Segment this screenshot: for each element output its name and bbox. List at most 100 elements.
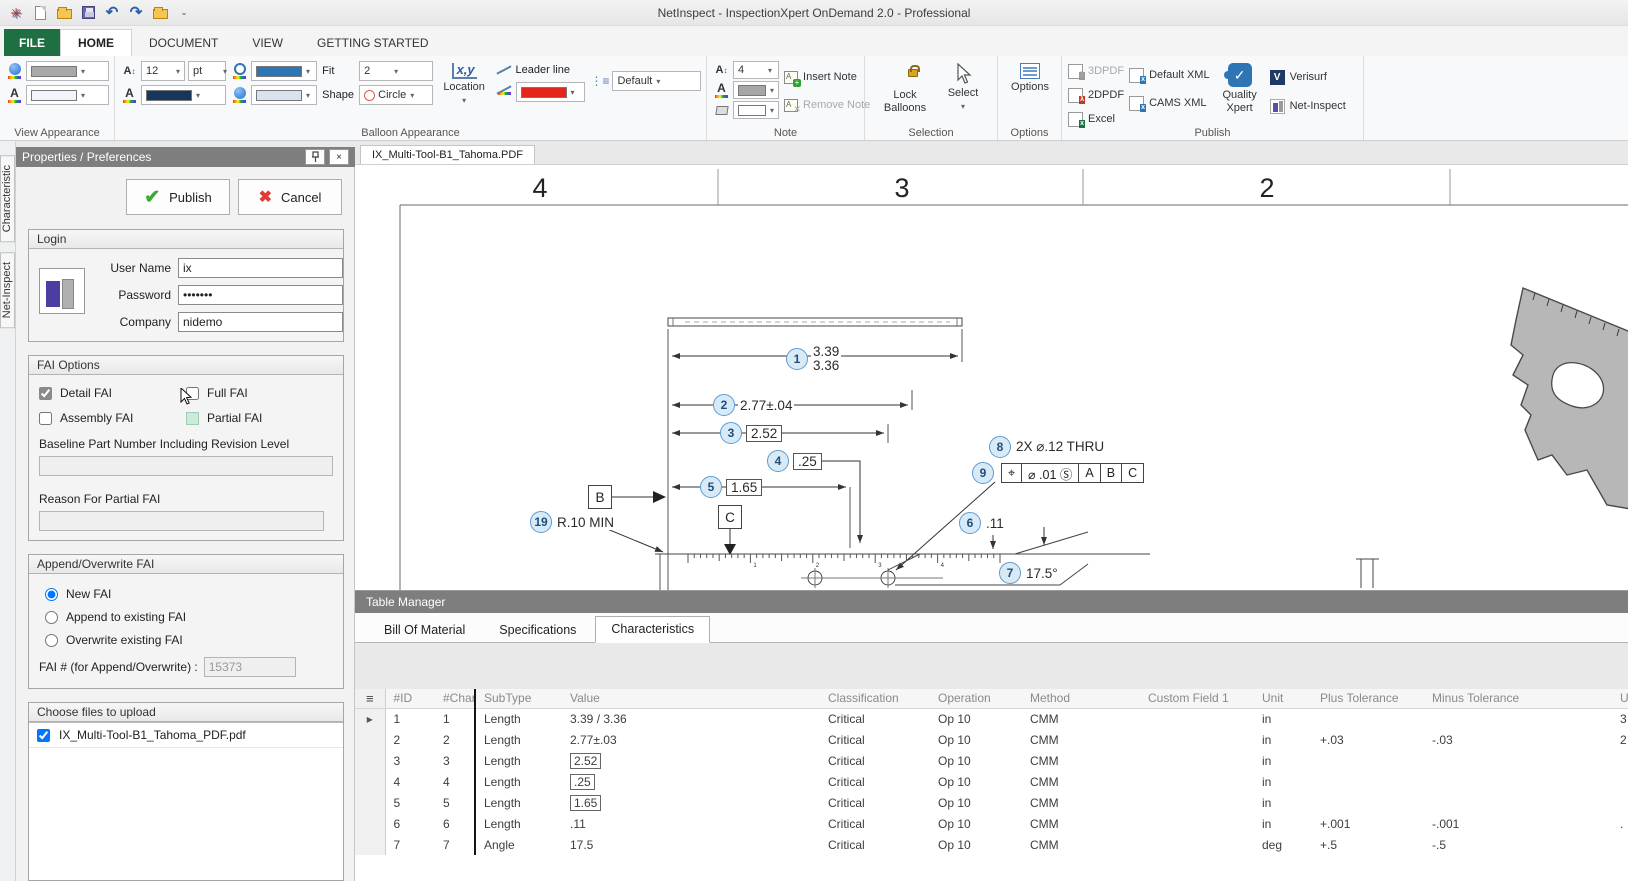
cell-operation[interactable]: Op 10 [930,750,1022,771]
partial-fai-checkbox-row[interactable]: Partial FAI [186,411,333,425]
cell-minus_tolerance[interactable] [1424,792,1612,813]
cell-classification[interactable]: Critical [820,792,930,813]
view-text-color-dropdown[interactable] [26,85,109,105]
balloon-number[interactable]: 4 [767,450,789,472]
cell-subtype[interactable]: Length [474,729,562,750]
full-fai-checkbox-row[interactable]: Full FAI [180,386,333,405]
balloon-9[interactable]: 9 ⌖ ⌀ .01 Ⓢ A B C [972,462,1145,484]
publish-verisurf-button[interactable]: V Verisurf [1269,67,1346,87]
cell-id[interactable]: 3 [385,750,435,771]
column-header[interactable]: Minus Tolerance [1424,689,1612,709]
cell-id[interactable]: 2 [385,729,435,750]
cell-unit[interactable]: in [1254,771,1312,792]
cell-u[interactable] [1612,771,1628,792]
cell-unit[interactable]: in [1254,729,1312,750]
cell-unit[interactable]: in [1254,750,1312,771]
cell-operation[interactable]: Op 10 [930,813,1022,834]
cell-subtype[interactable]: Length [474,813,562,834]
append-fai-radio-row[interactable]: Append to existing FAI [45,610,333,624]
cell-operation[interactable]: Op 10 [930,771,1022,792]
column-header[interactable]: Operation [930,689,1022,709]
cell-operation[interactable]: Op 10 [930,708,1022,729]
drawing-viewport[interactable]: 1234 4 3 2 B C 1 3.39 3.36 2 2.77±.04 3 … [355,165,1628,590]
cell-unit[interactable]: deg [1254,834,1312,855]
tab-getting-started[interactable]: GETTING STARTED [300,29,446,56]
cell-unit[interactable]: in [1254,708,1312,729]
company-field[interactable] [178,312,343,332]
table-row[interactable]: 5 5 Length 1.65 Critical Op 10 CMM in [355,792,1628,813]
note-font-size-dropdown[interactable]: 4 [733,61,780,79]
balloon-1[interactable]: 1 3.39 3.36 [786,344,842,374]
cell-value[interactable]: 1.65 [562,792,820,813]
balloon-8[interactable]: 8 2X ⌀.12 THRU [989,436,1107,458]
column-header[interactable]: Plus Tolerance [1312,689,1424,709]
balloon-2[interactable]: 2 2.77±.04 [713,394,795,416]
cell-value[interactable]: 2.77±.03 [562,729,820,750]
column-header[interactable]: U [1612,689,1628,709]
side-tab-characteristic[interactable]: Characteristic [0,155,15,243]
quality-xpert-button[interactable]: ✓ Quality Xpert [1215,61,1265,116]
row-selector[interactable] [355,729,386,750]
baseline-part-number-field[interactable] [39,456,333,476]
undo-button[interactable]: ↶ [104,5,120,21]
cell-id[interactable]: 7 [385,834,435,855]
cell-unit[interactable]: in [1254,792,1312,813]
cell-method[interactable]: CMM [1022,708,1140,729]
publish-excel-button[interactable]: x Excel [1068,109,1124,129]
cell-method[interactable]: CMM [1022,771,1140,792]
cell-char[interactable]: 5 [435,792,475,813]
cell-classification[interactable]: Critical [820,729,930,750]
cell-classification[interactable]: Critical [820,834,930,855]
row-selector[interactable]: ▸ [355,708,386,729]
balloon-4[interactable]: 4.25 [767,450,822,472]
balloon-number[interactable]: 7 [999,562,1021,584]
cell-plus_tolerance[interactable]: +.03 [1312,729,1424,750]
upload-file-checkbox[interactable] [37,728,50,742]
cancel-button[interactable]: ✖ Cancel [238,179,342,215]
column-header[interactable]: #Char [435,689,475,709]
password-field[interactable] [178,285,343,305]
style-dropdown[interactable]: Default [612,71,701,91]
cell-plus_tolerance[interactable] [1312,771,1424,792]
tab-bill-of-material[interactable]: Bill Of Material [369,618,480,643]
font-unit-dropdown[interactable]: pt [188,61,226,81]
username-field[interactable] [178,258,343,278]
leader-color-dropdown[interactable] [515,82,586,102]
balloon-number[interactable]: 5 [700,476,722,498]
cell-custom_field_1[interactable] [1140,708,1254,729]
side-tab-net-inspect[interactable]: Net-Inspect [0,252,15,329]
cell-custom_field_1[interactable] [1140,771,1254,792]
open-button[interactable] [56,5,72,21]
cell-minus_tolerance[interactable]: -.5 [1424,834,1612,855]
new-fai-radio[interactable] [45,587,58,601]
cell-minus_tolerance[interactable] [1424,708,1612,729]
document-tab[interactable]: IX_Multi-Tool-B1_Tahoma.PDF [360,145,536,164]
pin-icon[interactable] [305,149,325,165]
tab-specifications[interactable]: Specifications [484,618,591,643]
select-button[interactable]: Select ▾ [939,61,987,113]
balloon-19[interactable]: 19 R.10 MIN [530,511,617,533]
row-selector[interactable] [355,750,386,771]
export-button[interactable] [152,5,168,21]
cell-minus_tolerance[interactable]: -.001 [1424,813,1612,834]
column-header[interactable]: Unit [1254,689,1312,709]
cell-char[interactable]: 4 [435,771,475,792]
cell-plus_tolerance[interactable] [1312,750,1424,771]
cell-classification[interactable]: Critical [820,750,930,771]
balloon-3[interactable]: 3 2.52 [720,422,783,444]
options-button[interactable]: Options [1008,61,1052,96]
cell-char[interactable]: 1 [435,708,475,729]
cell-classification[interactable]: Critical [820,771,930,792]
save-button[interactable] [80,5,96,21]
cell-custom_field_1[interactable] [1140,792,1254,813]
cell-operation[interactable]: Op 10 [930,792,1022,813]
insert-note-button[interactable]: + Insert Note [784,67,870,87]
balloon-number[interactable]: 19 [530,511,552,533]
balloon-number[interactable]: 8 [989,436,1011,458]
reason-partial-fai-field[interactable] [39,511,325,531]
cell-custom_field_1[interactable] [1140,813,1254,834]
column-header[interactable]: Value [562,689,820,709]
note-fill-color-dropdown[interactable] [733,101,780,119]
cell-custom_field_1[interactable] [1140,834,1254,855]
cell-value[interactable]: 3.39 / 3.36 [562,708,820,729]
